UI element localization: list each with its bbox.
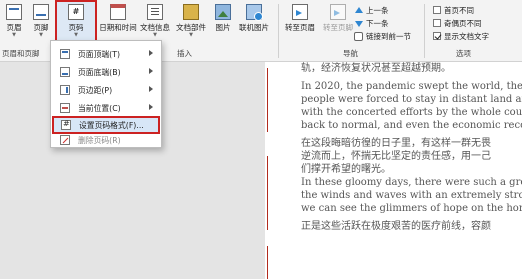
calendar-icon: [110, 4, 126, 20]
chevron-right-icon: [149, 50, 153, 56]
page-number-menu: 页面顶端(T) 页面底端(B) 页边距(P) 当前位置(C) 设置页码格式(F)…: [50, 40, 162, 148]
arrow-down-icon: [354, 19, 363, 28]
next-section-button[interactable]: 下一条: [354, 17, 389, 29]
online-picture-icon: [246, 4, 263, 21]
paragraph: 在这段晦暗彷徨的日子里，有这样一群无畏 逆流而上，怀揣无比坚定的责任感，用一己 …: [301, 138, 522, 214]
divider: [424, 4, 425, 58]
menu-item-current-position[interactable]: 当前位置(C): [53, 99, 159, 117]
delete-icon: [60, 135, 70, 145]
quick-parts-icon: [183, 4, 199, 20]
page-margin-marker: [267, 246, 268, 279]
menu-item-format-page-numbers[interactable]: 设置页码格式(F)...: [52, 116, 160, 134]
goto-footer-button[interactable]: 转至页脚: [320, 2, 356, 42]
chevron-down-icon: ▼: [12, 32, 16, 38]
header-icon: [6, 4, 22, 20]
group-label-insert: 插入: [177, 49, 192, 58]
paragraph: 正是这些活跃在极度艰苦的医疗前线，容颜: [301, 221, 491, 232]
goto-header-button[interactable]: 转至页眉: [282, 2, 318, 42]
group-label-header-footer: 页眉和页脚: [2, 49, 40, 58]
paragraph: 轨，经济恢复状况甚至超越预期。: [301, 63, 451, 74]
prev-section-button[interactable]: 上一条: [354, 4, 389, 16]
picture-button[interactable]: 图片: [212, 2, 234, 42]
checkbox-icon: [433, 19, 441, 27]
date-time-button[interactable]: 日期和时间: [99, 2, 137, 42]
checkbox-icon: [433, 6, 441, 14]
doc-info-button[interactable]: 文档信息 ▼: [138, 2, 172, 42]
paragraph: In 2020, the pandemic swept the world, t…: [301, 81, 522, 131]
divider: [278, 4, 279, 58]
group-label-options: 选项: [456, 49, 471, 58]
online-picture-button[interactable]: 联机图片: [236, 2, 272, 42]
format-page-number-icon: [61, 119, 71, 130]
checkbox-checked-icon: [433, 32, 441, 40]
page-bottom-icon: [60, 67, 70, 77]
goto-footer-icon: [330, 4, 346, 20]
chevron-right-icon: [149, 104, 153, 110]
page-margin-marker: [267, 68, 268, 132]
goto-header-icon: [292, 4, 308, 20]
link-previous-button[interactable]: 链接到前一节: [354, 30, 411, 42]
link-icon: [354, 31, 363, 41]
arrow-up-icon: [354, 6, 363, 15]
header-button[interactable]: 页眉 ▼: [2, 2, 26, 42]
menu-item-top-of-page[interactable]: 页面顶端(T): [53, 45, 159, 63]
chevron-down-icon: ▼: [189, 32, 193, 38]
odd-even-different-checkbox[interactable]: 奇偶页不同: [433, 17, 482, 29]
picture-icon: [215, 4, 231, 20]
group-label-navigation: 导航: [343, 49, 358, 58]
menu-item-bottom-of-page[interactable]: 页面底端(B): [53, 63, 159, 81]
footer-button[interactable]: 页脚 ▼: [29, 2, 53, 42]
page-number-icon: #: [68, 4, 84, 20]
show-document-text-checkbox[interactable]: 显示文档文字: [433, 30, 489, 42]
document-info-icon: [147, 4, 163, 20]
menu-item-remove-page-numbers[interactable]: 删除页码(R): [53, 133, 159, 147]
page-margin-icon: [60, 85, 70, 95]
page-top-icon: [60, 49, 70, 59]
first-page-different-checkbox[interactable]: 首页不同: [433, 4, 474, 16]
chevron-down-icon: ▼: [74, 32, 78, 38]
page-number-button[interactable]: # 页码 ▼: [55, 0, 97, 43]
chevron-right-icon: [149, 68, 153, 74]
chevron-right-icon: [149, 86, 153, 92]
footer-icon: [33, 4, 49, 20]
menu-item-page-margins[interactable]: 页边距(P): [53, 81, 159, 99]
chevron-down-icon: ▼: [39, 32, 43, 38]
document-body[interactable]: 轨，经济恢复状况甚至超越预期。 In 2020, the pandemic sw…: [301, 62, 522, 238]
current-position-icon: [60, 103, 70, 113]
page-margin-marker: [267, 156, 268, 230]
doc-parts-button[interactable]: 文档部件 ▼: [174, 2, 208, 42]
chevron-down-icon: ▼: [153, 32, 157, 38]
